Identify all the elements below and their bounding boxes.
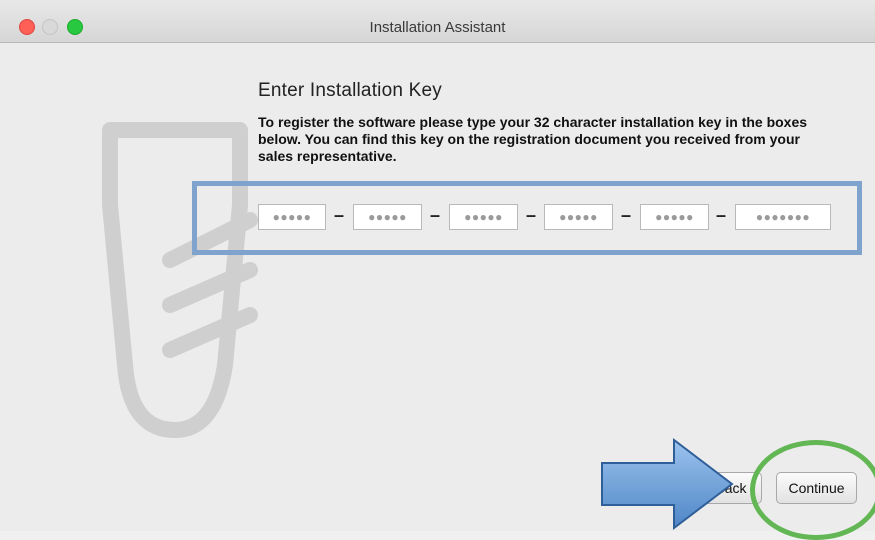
key-separator: – [716, 205, 727, 225]
key-field-4[interactable]: ●●●●● [544, 204, 613, 230]
key-field-5[interactable]: ●●●●● [640, 204, 709, 230]
window-title: Installation Assistant [369, 19, 506, 36]
instructions-text: To register the software please type you… [258, 114, 808, 164]
key-separator: – [430, 205, 441, 225]
arrow-annotation [601, 437, 734, 531]
key-separator: – [334, 205, 345, 225]
app-logo-watermark [102, 122, 258, 438]
installer-window: Installation Assistant Enter Installatio… [0, 0, 875, 540]
key-separator: – [621, 205, 632, 225]
key-field-2[interactable]: ●●●●● [353, 204, 422, 230]
title-bar: Installation Assistant [0, 0, 875, 43]
key-field-1[interactable]: ●●●●● [258, 204, 326, 230]
page-heading: Enter Installation Key [258, 80, 442, 101]
key-field-3[interactable]: ●●●●● [449, 204, 518, 230]
circle-annotation [750, 440, 875, 540]
key-separator: – [526, 205, 537, 225]
key-field-6[interactable]: ●●●●●●● [735, 204, 831, 230]
